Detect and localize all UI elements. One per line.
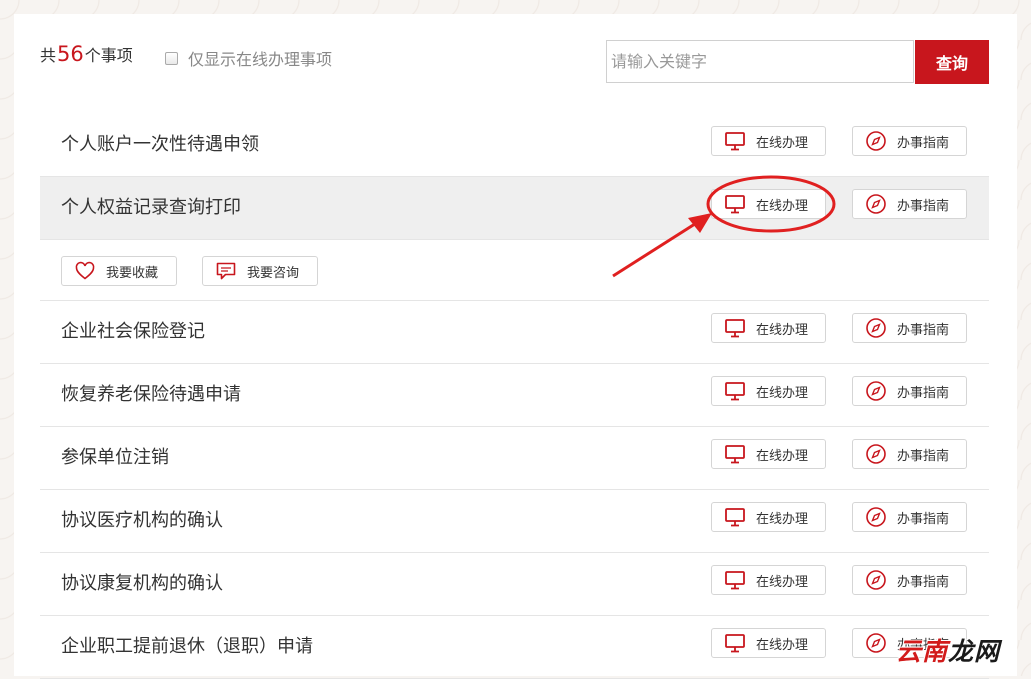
watermark-part2: 龙网 bbox=[948, 637, 1001, 666]
watermark-part1: 云南 bbox=[896, 637, 949, 666]
compass-icon bbox=[866, 131, 886, 151]
count-prefix: 共 bbox=[40, 46, 57, 65]
search-input[interactable] bbox=[606, 40, 914, 83]
monitor-icon bbox=[725, 195, 745, 214]
online-handle-button[interactable]: 在线办理 bbox=[711, 628, 826, 658]
chat-bubble-icon bbox=[216, 262, 236, 280]
monitor-icon bbox=[725, 132, 745, 151]
monitor-icon bbox=[725, 634, 745, 653]
online-label: 在线办理 bbox=[756, 135, 809, 151]
monitor-icon bbox=[725, 382, 745, 401]
list-item: 恢复养老保险待遇申请 在线办理 办事指南 bbox=[40, 364, 989, 427]
item-title[interactable]: 企业职工提前退休（退职）申请 bbox=[61, 616, 313, 678]
online-handle-button[interactable]: 在线办理 bbox=[711, 126, 826, 156]
count-suffix: 个事项 bbox=[84, 46, 133, 65]
favorite-button[interactable]: 我要收藏 bbox=[61, 256, 177, 286]
list-item: 个人账户一次性待遇申领 在线办理 办事指南 bbox=[40, 114, 989, 177]
online-label: 在线办理 bbox=[756, 574, 809, 590]
service-guide-button[interactable]: 办事指南 bbox=[852, 189, 967, 219]
list-item-active: 个人权益记录查询打印 在线办理 办事指南 bbox=[40, 177, 989, 240]
online-handle-button[interactable]: 在线办理 bbox=[711, 313, 826, 343]
online-handle-button[interactable]: 在线办理 bbox=[711, 189, 826, 219]
list-item: 协议医疗机构的确认 在线办理 办事指南 bbox=[40, 490, 989, 553]
monitor-icon bbox=[725, 319, 745, 338]
only-online-checkbox[interactable] bbox=[165, 51, 178, 65]
online-label: 在线办理 bbox=[756, 198, 809, 214]
search-button[interactable]: 查询 bbox=[915, 40, 989, 84]
item-title[interactable]: 恢复养老保险待遇申请 bbox=[61, 364, 241, 426]
item-actions-row: 我要收藏 我要咨询 bbox=[40, 240, 989, 301]
service-list-panel: 共 56 个事项 仅显示在线办理事项 查询 个人账户一次性待遇申领 在线办理 办… bbox=[14, 14, 1017, 679]
compass-icon bbox=[866, 570, 886, 590]
online-label: 在线办理 bbox=[756, 322, 809, 338]
compass-icon bbox=[866, 444, 886, 464]
online-handle-button[interactable]: 在线办理 bbox=[711, 565, 826, 595]
compass-icon bbox=[866, 633, 886, 653]
list-item: 企业社会保险登记 在线办理 办事指南 bbox=[40, 301, 989, 364]
favorite-label: 我要收藏 bbox=[106, 265, 159, 281]
list-item: 参保单位注销 在线办理 办事指南 bbox=[40, 427, 989, 490]
heart-icon bbox=[75, 261, 95, 280]
online-label: 在线办理 bbox=[756, 448, 809, 464]
compass-icon bbox=[866, 381, 886, 401]
toolbar: 共 56 个事项 仅显示在线办理事项 查询 bbox=[14, 14, 1017, 104]
item-title[interactable]: 企业社会保险登记 bbox=[61, 301, 205, 363]
service-list: 个人账户一次性待遇申领 在线办理 办事指南 个人权益记录查询打印 在线办理 办事… bbox=[40, 114, 989, 679]
guide-label: 办事指南 bbox=[897, 198, 950, 214]
consult-button[interactable]: 我要咨询 bbox=[202, 256, 318, 286]
guide-label: 办事指南 bbox=[897, 448, 950, 464]
online-label: 在线办理 bbox=[756, 637, 809, 653]
consult-label: 我要咨询 bbox=[247, 265, 300, 281]
item-title[interactable]: 协议康复机构的确认 bbox=[61, 553, 223, 615]
service-guide-button[interactable]: 办事指南 bbox=[852, 565, 967, 595]
item-count: 共 56 个事项 bbox=[40, 42, 133, 66]
service-guide-button[interactable]: 办事指南 bbox=[852, 502, 967, 532]
item-title[interactable]: 协议医疗机构的确认 bbox=[61, 490, 223, 552]
only-online-filter[interactable]: 仅显示在线办理事项 bbox=[165, 46, 332, 70]
item-title[interactable]: 参保单位注销 bbox=[61, 427, 169, 489]
monitor-icon bbox=[725, 508, 745, 527]
count-number: 56 bbox=[57, 42, 84, 66]
service-guide-button[interactable]: 办事指南 bbox=[852, 376, 967, 406]
guide-label: 办事指南 bbox=[897, 385, 950, 401]
service-guide-button[interactable]: 办事指南 bbox=[852, 126, 967, 156]
online-label: 在线办理 bbox=[756, 385, 809, 401]
only-online-label: 仅显示在线办理事项 bbox=[188, 50, 333, 69]
list-item: 协议康复机构的确认 在线办理 办事指南 bbox=[40, 553, 989, 616]
compass-icon bbox=[866, 318, 886, 338]
guide-label: 办事指南 bbox=[897, 574, 950, 590]
item-title[interactable]: 个人账户一次性待遇申领 bbox=[61, 114, 259, 176]
service-guide-button[interactable]: 办事指南 bbox=[852, 313, 967, 343]
guide-label: 办事指南 bbox=[897, 135, 950, 151]
guide-label: 办事指南 bbox=[897, 511, 950, 527]
online-handle-button[interactable]: 在线办理 bbox=[711, 502, 826, 532]
service-guide-button[interactable]: 办事指南 bbox=[852, 439, 967, 469]
watermark-logo: 云南龙网 bbox=[896, 632, 1000, 668]
online-label: 在线办理 bbox=[756, 511, 809, 527]
compass-icon bbox=[866, 194, 886, 214]
online-handle-button[interactable]: 在线办理 bbox=[711, 376, 826, 406]
online-handle-button[interactable]: 在线办理 bbox=[711, 439, 826, 469]
guide-label: 办事指南 bbox=[897, 322, 950, 338]
monitor-icon bbox=[725, 445, 745, 464]
item-title[interactable]: 个人权益记录查询打印 bbox=[61, 177, 241, 239]
monitor-icon bbox=[725, 571, 745, 590]
list-item: 企业职工提前退休（退职）申请 在线办理 办事指南 bbox=[40, 616, 989, 679]
compass-icon bbox=[866, 507, 886, 527]
